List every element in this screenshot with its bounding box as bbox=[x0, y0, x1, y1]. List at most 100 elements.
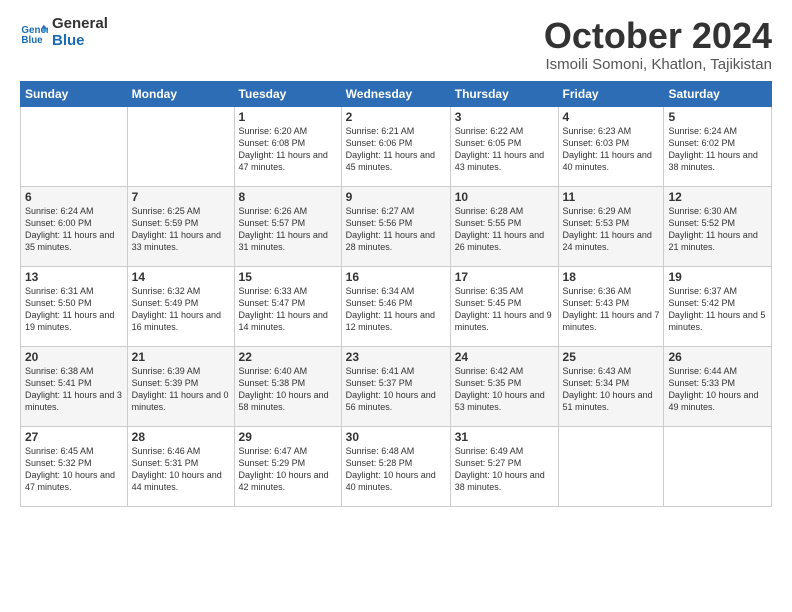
day-number: 7 bbox=[132, 190, 230, 204]
day-info: Sunrise: 6:32 AM Sunset: 5:49 PM Dayligh… bbox=[132, 285, 230, 334]
day-info: Sunrise: 6:44 AM Sunset: 5:33 PM Dayligh… bbox=[668, 365, 767, 414]
table-row bbox=[127, 106, 234, 186]
table-row: 26Sunrise: 6:44 AM Sunset: 5:33 PM Dayli… bbox=[664, 346, 772, 426]
day-info: Sunrise: 6:46 AM Sunset: 5:31 PM Dayligh… bbox=[132, 445, 230, 494]
calendar-row: 20Sunrise: 6:38 AM Sunset: 5:41 PM Dayli… bbox=[21, 346, 772, 426]
col-monday: Monday bbox=[127, 81, 234, 106]
day-number: 4 bbox=[563, 110, 660, 124]
table-row bbox=[558, 426, 664, 506]
svg-text:Blue: Blue bbox=[21, 34, 43, 45]
table-row bbox=[21, 106, 128, 186]
day-number: 3 bbox=[455, 110, 554, 124]
day-info: Sunrise: 6:37 AM Sunset: 5:42 PM Dayligh… bbox=[668, 285, 767, 334]
table-row bbox=[664, 426, 772, 506]
table-row: 4Sunrise: 6:23 AM Sunset: 6:03 PM Daylig… bbox=[558, 106, 664, 186]
day-number: 26 bbox=[668, 350, 767, 364]
calendar-row: 1Sunrise: 6:20 AM Sunset: 6:08 PM Daylig… bbox=[21, 106, 772, 186]
table-row: 3Sunrise: 6:22 AM Sunset: 6:05 PM Daylig… bbox=[450, 106, 558, 186]
day-info: Sunrise: 6:33 AM Sunset: 5:47 PM Dayligh… bbox=[239, 285, 337, 334]
logo-line2: Blue bbox=[52, 33, 108, 50]
page: General Blue General Blue October 2024 I… bbox=[0, 0, 792, 612]
table-row: 15Sunrise: 6:33 AM Sunset: 5:47 PM Dayli… bbox=[234, 266, 341, 346]
day-info: Sunrise: 6:47 AM Sunset: 5:29 PM Dayligh… bbox=[239, 445, 337, 494]
table-row: 21Sunrise: 6:39 AM Sunset: 5:39 PM Dayli… bbox=[127, 346, 234, 426]
day-info: Sunrise: 6:28 AM Sunset: 5:55 PM Dayligh… bbox=[455, 205, 554, 254]
day-number: 1 bbox=[239, 110, 337, 124]
table-row: 5Sunrise: 6:24 AM Sunset: 6:02 PM Daylig… bbox=[664, 106, 772, 186]
day-info: Sunrise: 6:48 AM Sunset: 5:28 PM Dayligh… bbox=[346, 445, 446, 494]
day-info: Sunrise: 6:34 AM Sunset: 5:46 PM Dayligh… bbox=[346, 285, 446, 334]
table-row: 30Sunrise: 6:48 AM Sunset: 5:28 PM Dayli… bbox=[341, 426, 450, 506]
day-number: 5 bbox=[668, 110, 767, 124]
header-row: Sunday Monday Tuesday Wednesday Thursday… bbox=[21, 81, 772, 106]
table-row: 6Sunrise: 6:24 AM Sunset: 6:00 PM Daylig… bbox=[21, 186, 128, 266]
day-info: Sunrise: 6:43 AM Sunset: 5:34 PM Dayligh… bbox=[563, 365, 660, 414]
day-info: Sunrise: 6:23 AM Sunset: 6:03 PM Dayligh… bbox=[563, 125, 660, 174]
table-row: 23Sunrise: 6:41 AM Sunset: 5:37 PM Dayli… bbox=[341, 346, 450, 426]
day-number: 23 bbox=[346, 350, 446, 364]
day-number: 15 bbox=[239, 270, 337, 284]
day-info: Sunrise: 6:21 AM Sunset: 6:06 PM Dayligh… bbox=[346, 125, 446, 174]
table-row: 16Sunrise: 6:34 AM Sunset: 5:46 PM Dayli… bbox=[341, 266, 450, 346]
day-number: 28 bbox=[132, 430, 230, 444]
col-thursday: Thursday bbox=[450, 81, 558, 106]
day-number: 20 bbox=[25, 350, 123, 364]
day-number: 31 bbox=[455, 430, 554, 444]
day-info: Sunrise: 6:22 AM Sunset: 6:05 PM Dayligh… bbox=[455, 125, 554, 174]
day-number: 14 bbox=[132, 270, 230, 284]
table-row: 22Sunrise: 6:40 AM Sunset: 5:38 PM Dayli… bbox=[234, 346, 341, 426]
day-number: 8 bbox=[239, 190, 337, 204]
day-number: 17 bbox=[455, 270, 554, 284]
col-wednesday: Wednesday bbox=[341, 81, 450, 106]
table-row: 27Sunrise: 6:45 AM Sunset: 5:32 PM Dayli… bbox=[21, 426, 128, 506]
day-info: Sunrise: 6:38 AM Sunset: 5:41 PM Dayligh… bbox=[25, 365, 123, 414]
logo-icon: General Blue bbox=[20, 19, 48, 47]
table-row: 7Sunrise: 6:25 AM Sunset: 5:59 PM Daylig… bbox=[127, 186, 234, 266]
calendar-row: 13Sunrise: 6:31 AM Sunset: 5:50 PM Dayli… bbox=[21, 266, 772, 346]
table-row: 20Sunrise: 6:38 AM Sunset: 5:41 PM Dayli… bbox=[21, 346, 128, 426]
day-number: 13 bbox=[25, 270, 123, 284]
logo: General Blue General Blue bbox=[20, 16, 108, 49]
table-row: 18Sunrise: 6:36 AM Sunset: 5:43 PM Dayli… bbox=[558, 266, 664, 346]
day-number: 16 bbox=[346, 270, 446, 284]
table-row: 13Sunrise: 6:31 AM Sunset: 5:50 PM Dayli… bbox=[21, 266, 128, 346]
day-info: Sunrise: 6:49 AM Sunset: 5:27 PM Dayligh… bbox=[455, 445, 554, 494]
day-number: 6 bbox=[25, 190, 123, 204]
table-row: 19Sunrise: 6:37 AM Sunset: 5:42 PM Dayli… bbox=[664, 266, 772, 346]
table-row: 2Sunrise: 6:21 AM Sunset: 6:06 PM Daylig… bbox=[341, 106, 450, 186]
table-row: 9Sunrise: 6:27 AM Sunset: 5:56 PM Daylig… bbox=[341, 186, 450, 266]
logo-line1: General bbox=[52, 16, 108, 33]
day-info: Sunrise: 6:24 AM Sunset: 6:00 PM Dayligh… bbox=[25, 205, 123, 254]
col-tuesday: Tuesday bbox=[234, 81, 341, 106]
day-info: Sunrise: 6:35 AM Sunset: 5:45 PM Dayligh… bbox=[455, 285, 554, 334]
day-info: Sunrise: 6:30 AM Sunset: 5:52 PM Dayligh… bbox=[668, 205, 767, 254]
table-row: 28Sunrise: 6:46 AM Sunset: 5:31 PM Dayli… bbox=[127, 426, 234, 506]
table-row: 17Sunrise: 6:35 AM Sunset: 5:45 PM Dayli… bbox=[450, 266, 558, 346]
day-info: Sunrise: 6:36 AM Sunset: 5:43 PM Dayligh… bbox=[563, 285, 660, 334]
table-row: 31Sunrise: 6:49 AM Sunset: 5:27 PM Dayli… bbox=[450, 426, 558, 506]
table-row: 25Sunrise: 6:43 AM Sunset: 5:34 PM Dayli… bbox=[558, 346, 664, 426]
calendar-table: Sunday Monday Tuesday Wednesday Thursday… bbox=[20, 81, 772, 507]
day-info: Sunrise: 6:27 AM Sunset: 5:56 PM Dayligh… bbox=[346, 205, 446, 254]
day-info: Sunrise: 6:39 AM Sunset: 5:39 PM Dayligh… bbox=[132, 365, 230, 414]
table-row: 12Sunrise: 6:30 AM Sunset: 5:52 PM Dayli… bbox=[664, 186, 772, 266]
day-number: 25 bbox=[563, 350, 660, 364]
col-friday: Friday bbox=[558, 81, 664, 106]
location-title: Ismoili Somoni, Khatlon, Tajikistan bbox=[544, 56, 772, 73]
header: General Blue General Blue October 2024 I… bbox=[20, 16, 772, 73]
day-info: Sunrise: 6:26 AM Sunset: 5:57 PM Dayligh… bbox=[239, 205, 337, 254]
title-section: October 2024 Ismoili Somoni, Khatlon, Ta… bbox=[544, 16, 772, 73]
table-row: 24Sunrise: 6:42 AM Sunset: 5:35 PM Dayli… bbox=[450, 346, 558, 426]
day-info: Sunrise: 6:42 AM Sunset: 5:35 PM Dayligh… bbox=[455, 365, 554, 414]
table-row: 29Sunrise: 6:47 AM Sunset: 5:29 PM Dayli… bbox=[234, 426, 341, 506]
logo-wordmark: General Blue bbox=[52, 16, 108, 49]
day-number: 24 bbox=[455, 350, 554, 364]
day-number: 18 bbox=[563, 270, 660, 284]
col-sunday: Sunday bbox=[21, 81, 128, 106]
day-number: 29 bbox=[239, 430, 337, 444]
day-number: 9 bbox=[346, 190, 446, 204]
month-title: October 2024 bbox=[544, 16, 772, 56]
day-info: Sunrise: 6:29 AM Sunset: 5:53 PM Dayligh… bbox=[563, 205, 660, 254]
day-number: 30 bbox=[346, 430, 446, 444]
day-info: Sunrise: 6:24 AM Sunset: 6:02 PM Dayligh… bbox=[668, 125, 767, 174]
